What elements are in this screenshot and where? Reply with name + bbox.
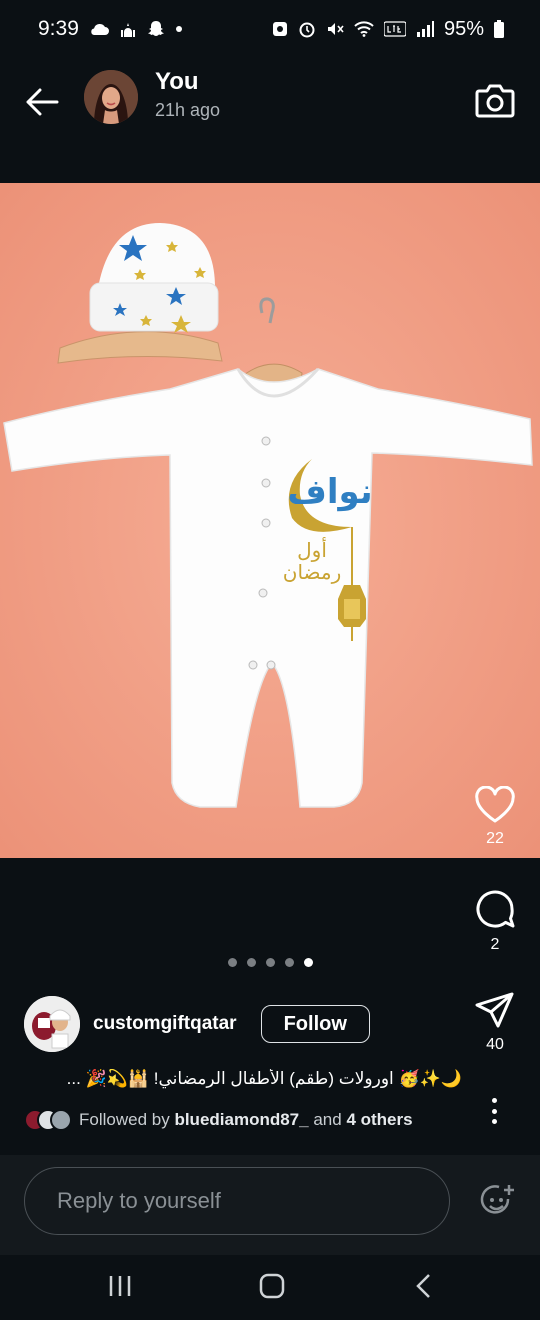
username[interactable]: You [155, 68, 199, 96]
carousel-dot[interactable] [285, 958, 294, 967]
status-bar: 9:39 95% [0, 0, 540, 58]
like-action[interactable]: 22 [460, 786, 530, 848]
battery-icon [494, 20, 504, 38]
post-author-row: customgiftqatar Follow [24, 996, 464, 1052]
alarm-icon [298, 20, 316, 38]
camera-button[interactable] [470, 76, 520, 126]
post-caption[interactable]: 🌙✨🥳 اورولات (طقم) الأطفال الرمضاني! 🕌💫🎉 … [30, 1069, 462, 1099]
story-image[interactable]: نواف أول رمضان [0, 183, 540, 858]
app-notification-icon [272, 21, 288, 37]
heart-icon [475, 786, 515, 823]
status-time: 9:39 [38, 17, 79, 40]
followed-by-and: and [313, 1110, 342, 1129]
reply-bar [0, 1155, 540, 1255]
followed-by-others[interactable]: 4 others [346, 1110, 412, 1130]
home-button[interactable] [252, 1271, 292, 1301]
home-icon [259, 1273, 285, 1299]
comment-count: 2 [490, 936, 500, 953]
emoji-add-icon [480, 1185, 514, 1214]
back-nav-button[interactable] [404, 1271, 444, 1301]
romper-text-line1: أول [297, 537, 327, 562]
follower-avatars [24, 1109, 74, 1131]
cloud-icon [89, 22, 109, 36]
follow-button[interactable]: Follow [260, 1005, 370, 1043]
like-count: 22 [486, 830, 504, 847]
romper-text-line2: رمضان [283, 560, 342, 584]
share-action[interactable]: 40 [460, 990, 530, 1054]
carousel-indicator [228, 958, 313, 967]
comment-action[interactable]: 2 [460, 888, 530, 954]
carousel-dot[interactable] [266, 958, 275, 967]
author-name[interactable]: customgiftqatar [93, 1013, 237, 1035]
snapchat-icon [147, 20, 165, 38]
carousel-dot-active[interactable] [304, 958, 313, 967]
send-icon [475, 992, 514, 1028]
story-header: You 21h ago [0, 62, 540, 142]
followed-by-user[interactable]: bluediamond87_ [174, 1110, 308, 1130]
notification-dot-icon [175, 25, 183, 33]
follower-avatar [50, 1109, 72, 1131]
arrow-left-icon [26, 88, 59, 116]
recents-icon [109, 1276, 131, 1296]
back-button[interactable] [20, 80, 64, 124]
carousel-dot[interactable] [228, 958, 237, 967]
story-time-ago: 21h ago [155, 100, 221, 120]
author-avatar[interactable] [24, 996, 80, 1052]
signal-icon [416, 21, 434, 37]
camera-icon [475, 84, 515, 118]
followed-by-row[interactable]: Followed by bluediamond87_ and 4 others [24, 1107, 464, 1133]
romper-name-text: نواف [287, 472, 372, 512]
system-navigation-bar [0, 1255, 540, 1320]
more-options-icon[interactable] [482, 1094, 506, 1128]
lte-icon [383, 20, 406, 38]
sticker-button[interactable] [478, 1181, 518, 1221]
followed-by-prefix: Followed by [79, 1110, 170, 1129]
wifi-icon [354, 21, 374, 37]
mosque-icon [119, 21, 137, 37]
chevron-left-icon [416, 1274, 430, 1298]
reply-input[interactable] [24, 1167, 450, 1235]
baby-romper-photo: نواف أول رمضان [0, 183, 540, 858]
avatar[interactable] [84, 70, 138, 124]
battery-percent: 95% [443, 17, 484, 40]
recent-apps-button[interactable] [100, 1271, 140, 1301]
mute-icon [326, 20, 344, 38]
comment-icon [476, 890, 515, 928]
share-count: 40 [486, 1036, 504, 1053]
carousel-dot[interactable] [247, 958, 256, 967]
